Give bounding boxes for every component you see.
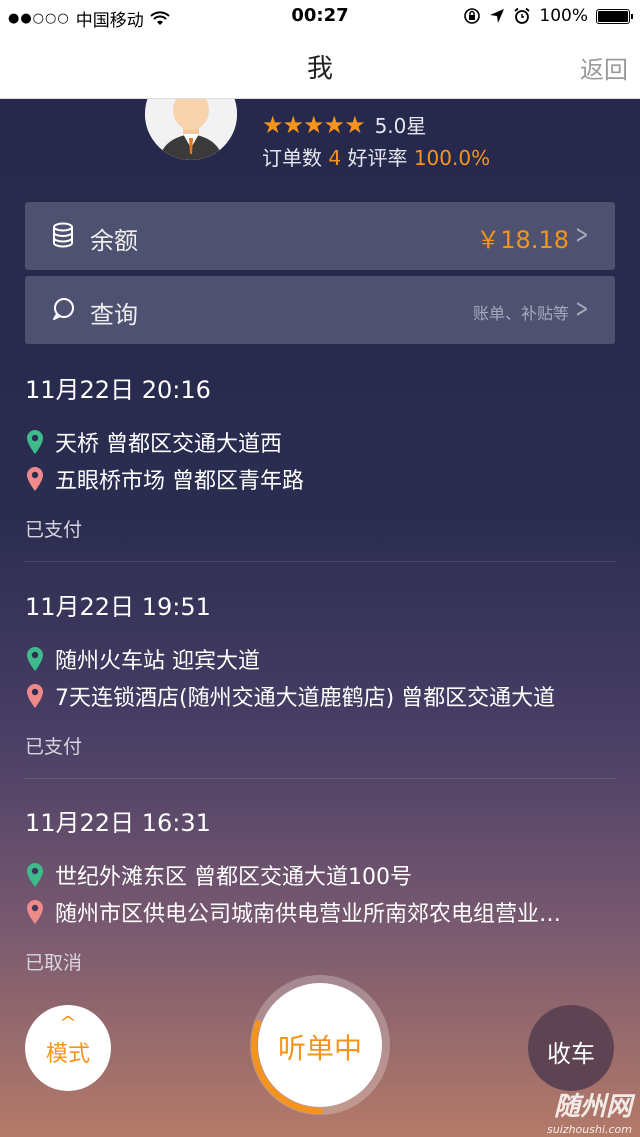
start-pin-icon bbox=[27, 863, 43, 887]
order-to: 五眼桥市场 曾都区青年路 bbox=[25, 463, 625, 495]
order-time: 11月22日 20:16 bbox=[25, 376, 211, 404]
listen-button[interactable]: 听单中 bbox=[258, 983, 382, 1107]
status-right: 100% bbox=[463, 6, 633, 26]
order-from-text: 天桥 曾都区交通大道西 bbox=[55, 432, 282, 457]
watermark-main: 随州网 bbox=[553, 1092, 632, 1122]
divider bbox=[25, 778, 615, 779]
chat-bubble-icon bbox=[53, 298, 74, 320]
stop-work-button[interactable]: 收车 bbox=[528, 1005, 614, 1091]
balance-label: 余额 bbox=[90, 227, 138, 255]
chevron-right-icon: > bbox=[575, 220, 589, 250]
order-to-text: 7天连锁酒店(随州交通大道鹿鹤店) 曾都区交通大道 bbox=[55, 686, 556, 711]
end-pin-icon bbox=[27, 467, 43, 491]
battery-percent: 100% bbox=[539, 6, 588, 26]
order-from: 天桥 曾都区交通大道西 bbox=[25, 426, 625, 458]
praise-label: 好评率 bbox=[347, 146, 408, 170]
rotation-lock-icon bbox=[464, 8, 481, 24]
status-bar: ●●○○○ 中国移动 00:27 100% bbox=[0, 0, 640, 32]
chevron-up-icon: ^ bbox=[58, 1013, 78, 1032]
balance-card[interactable]: 余额 ￥18.18 > bbox=[25, 202, 615, 270]
location-arrow-icon bbox=[490, 9, 505, 23]
nav-bar: 我 返回 bbox=[0, 32, 640, 98]
order-from-text: 随州火车站 迎宾大道 bbox=[55, 649, 260, 674]
profile-section: 这位 ★★★★★ 5.0星 订单数 4 好评率 100.0% bbox=[0, 68, 640, 198]
divider bbox=[25, 561, 615, 562]
rating-value: 5.0星 bbox=[374, 114, 427, 138]
star-rating-icon: ★★★★★ bbox=[262, 110, 366, 139]
order-status: 已取消 bbox=[25, 952, 83, 974]
query-hint: 账单、补贴等 bbox=[472, 304, 569, 323]
mode-label: 模式 bbox=[45, 1042, 90, 1067]
page-title: 我 bbox=[306, 54, 333, 84]
order-time: 11月22日 16:31 bbox=[25, 809, 211, 837]
praise-rate: 100.0% bbox=[413, 146, 491, 170]
balance-value: ￥18.18 bbox=[476, 226, 569, 254]
alarm-icon bbox=[514, 7, 530, 24]
order-status: 已支付 bbox=[25, 736, 83, 758]
order-to-text: 随州市区供电公司城南供电营业所南郊农电组营业… bbox=[55, 902, 562, 927]
query-card[interactable]: 查询 账单、补贴等 > bbox=[25, 276, 615, 344]
orders-label: 订单数 bbox=[262, 146, 322, 170]
order-to: 7天连锁酒店(随州交通大道鹿鹤店) 曾都区交通大道 bbox=[25, 680, 625, 712]
order-status: 已支付 bbox=[25, 519, 83, 541]
chevron-right-icon: > bbox=[575, 294, 589, 324]
watermark: 随州网 suizhoushi.com bbox=[547, 1086, 632, 1136]
mode-button[interactable]: ^ 模式 bbox=[25, 1005, 111, 1091]
battery-icon bbox=[596, 8, 633, 24]
listen-label: 听单中 bbox=[277, 1032, 362, 1065]
start-pin-icon bbox=[27, 430, 43, 454]
end-pin-icon bbox=[27, 684, 43, 708]
end-pin-icon bbox=[27, 900, 43, 924]
query-label: 查询 bbox=[90, 301, 138, 329]
order-from: 随州火车站 迎宾大道 bbox=[25, 643, 625, 675]
order-to: 随州市区供电公司城南供电营业所南郊农电组营业… bbox=[25, 896, 625, 928]
database-icon bbox=[53, 222, 73, 248]
back-button[interactable]: 返回 bbox=[580, 50, 628, 85]
order-from-text: 世纪外滩东区 曾都区交通大道100号 bbox=[55, 865, 412, 890]
orders-count: 4 bbox=[328, 146, 342, 170]
stats-row: 订单数 4 好评率 100.0% bbox=[262, 142, 490, 171]
order-from: 世纪外滩东区 曾都区交通大道100号 bbox=[25, 859, 625, 891]
rating-row: ★★★★★ 5.0星 bbox=[262, 110, 426, 139]
start-pin-icon bbox=[27, 647, 43, 671]
watermark-sub: suizhoushi.com bbox=[547, 1123, 632, 1136]
order-time: 11月22日 19:51 bbox=[25, 593, 211, 621]
order-to-text: 五眼桥市场 曾都区青年路 bbox=[55, 469, 304, 494]
stop-label: 收车 bbox=[547, 1040, 595, 1068]
